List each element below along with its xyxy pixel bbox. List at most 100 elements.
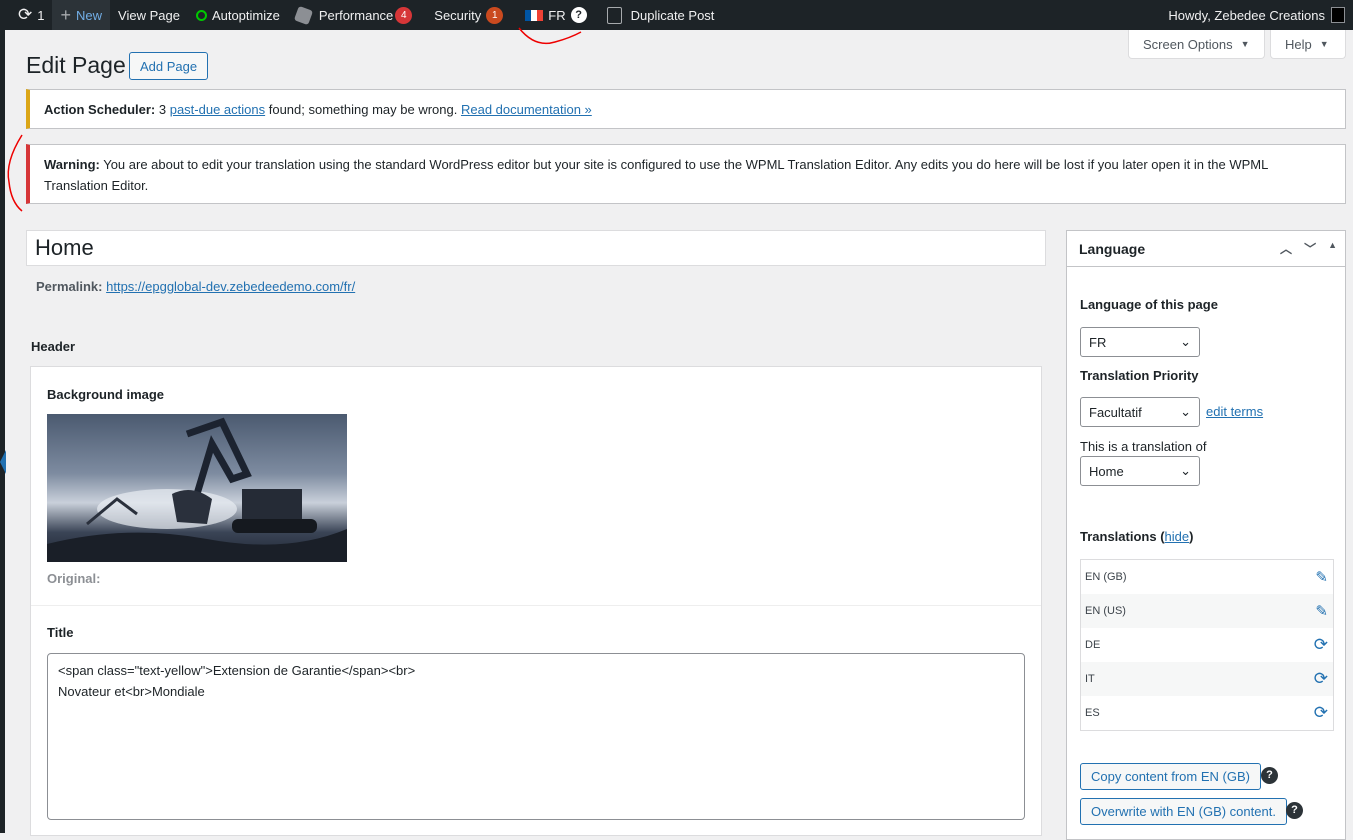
red-annotation-mark: [518, 27, 582, 45]
current-menu-arrow-icon: [0, 450, 6, 474]
translation-of-label: This is a translation of: [1080, 439, 1207, 454]
translations-table: EN (GB) ✎ EN (US) ✎ DE ⟳ IT ⟳ ES ⟳: [1080, 559, 1334, 731]
france-flag-icon: [525, 9, 544, 21]
updates-count: 1: [37, 7, 45, 23]
help-label: Help: [1285, 36, 1312, 52]
collapse-toggle-icon[interactable]: ▲: [1328, 240, 1337, 257]
translation-of-select[interactable]: Home ⌄: [1080, 456, 1200, 486]
original-label: Original:: [47, 571, 101, 586]
language-of-page-label: Language of this page: [1080, 297, 1218, 312]
avatar: [1331, 7, 1345, 23]
updates-menu[interactable]: ⟳ 1: [0, 0, 52, 30]
background-image-preview[interactable]: [47, 414, 347, 562]
plus-icon: +: [60, 4, 71, 25]
refresh-icon[interactable]: ⟳: [1314, 703, 1328, 723]
page-title: Edit Page: [26, 52, 126, 78]
pencil-icon[interactable]: ✎: [1315, 568, 1328, 586]
notice-prefix: Action Scheduler:: [44, 102, 156, 117]
translation-lang: IT: [1085, 673, 1095, 685]
security-menu[interactable]: Security 1: [420, 0, 511, 30]
pencil-icon[interactable]: ✎: [1315, 602, 1328, 620]
background-image-label: Background image: [47, 387, 165, 402]
translation-row: EN (GB) ✎: [1081, 560, 1333, 594]
duplicate-icon: [606, 6, 622, 24]
hide-translations-link[interactable]: hide: [1165, 529, 1190, 544]
title-textarea[interactable]: <span class="text-yellow">Extension de G…: [47, 653, 1025, 820]
help-icon: ?: [570, 7, 587, 23]
performance-badge: 4: [395, 6, 413, 24]
duplicate-post-link[interactable]: Duplicate Post: [595, 0, 723, 30]
select-value: Home: [1089, 463, 1124, 479]
caret-down-icon: ▼: [1319, 39, 1329, 49]
paren: ): [1189, 529, 1194, 544]
translation-lang: ES: [1085, 707, 1100, 719]
metabox-title: Language: [1079, 240, 1146, 257]
warning-prefix: Warning:: [44, 157, 100, 172]
overwrite-content-button[interactable]: Overwrite with EN (GB) content.: [1080, 798, 1287, 825]
performance-menu[interactable]: Performance 4: [288, 0, 420, 30]
move-down-icon[interactable]: ﹀: [1304, 240, 1316, 257]
translation-lang: DE: [1085, 639, 1101, 651]
help-icon[interactable]: ?: [1261, 767, 1278, 784]
header-fields: Background image Original: Title <span c…: [30, 366, 1042, 836]
translation-lang: EN (US): [1085, 605, 1126, 617]
translation-priority-label: Translation Priority: [1080, 368, 1199, 383]
notice-text: found; something may be wrong.: [265, 102, 461, 117]
language-metabox-header: Language ︿ ﹀ ▲: [1067, 231, 1345, 267]
translation-row: IT ⟳: [1081, 662, 1333, 696]
permalink-link[interactable]: https://epgglobal-dev.zebedeedemo.com/fr…: [106, 279, 355, 294]
new-menu[interactable]: + New: [52, 0, 111, 30]
red-annotation-bracket: [7, 134, 23, 212]
past-due-actions-link[interactable]: past-due actions: [170, 102, 265, 117]
chevron-down-icon: ⌄: [1180, 334, 1191, 349]
excavator-image: [47, 417, 347, 562]
language-select[interactable]: FR ⌄: [1080, 327, 1200, 357]
notice-text: 3: [155, 102, 170, 117]
title-field-label: Title: [47, 625, 74, 640]
duplicate-post-label: Duplicate Post: [630, 7, 715, 23]
screen-options-label: Screen Options: [1143, 36, 1233, 52]
field-group-title: Header: [31, 339, 76, 354]
copy-content-button[interactable]: Copy content from EN (GB): [1080, 763, 1261, 790]
admin-menu-edge: [0, 30, 5, 833]
translations-heading: Translations (hide): [1080, 529, 1193, 544]
translation-row: EN (US) ✎: [1081, 594, 1333, 628]
warning-text: You are about to edit your translation u…: [44, 157, 1268, 193]
wpml-warning-notice: Warning: You are about to edit your tran…: [26, 144, 1346, 204]
security-label: Security: [434, 7, 482, 23]
language-metabox: Language ︿ ﹀ ▲ Language of this page FR ⌄ T…: [1066, 230, 1346, 840]
security-badge: 1: [486, 6, 504, 24]
translations-label: Translations (: [1080, 529, 1165, 544]
account-menu[interactable]: Howdy, Zebedee Creations: [1168, 0, 1345, 30]
translation-priority-select[interactable]: Facultatif ⌄: [1080, 397, 1200, 427]
permalink-label: Permalink:: [36, 279, 103, 294]
field-divider: [31, 605, 1041, 606]
refresh-icon[interactable]: ⟳: [1314, 669, 1328, 689]
autoptimize-menu[interactable]: Autoptimize: [188, 0, 288, 30]
autoptimize-label: Autoptimize: [211, 7, 280, 23]
translation-row: DE ⟳: [1081, 628, 1333, 662]
screen-options-button[interactable]: Screen Options ▼: [1128, 30, 1265, 59]
action-scheduler-notice: Action Scheduler: 3 past-due actions fou…: [26, 89, 1346, 129]
performance-icon: [293, 5, 313, 25]
refresh-icon: ⟳: [18, 5, 33, 24]
chevron-down-icon: ⌄: [1180, 463, 1191, 478]
view-page-link[interactable]: View Page: [110, 0, 188, 30]
help-icon[interactable]: ?: [1286, 802, 1303, 819]
howdy-label: Howdy, Zebedee Creations: [1168, 7, 1325, 23]
chevron-down-icon: ⌄: [1180, 404, 1191, 419]
refresh-icon[interactable]: ⟳: [1314, 635, 1328, 655]
post-title-input[interactable]: Home: [26, 230, 1046, 266]
select-value: Facultatif: [1089, 404, 1142, 420]
translation-row: ES ⟳: [1081, 696, 1333, 730]
status-circle-icon: [195, 9, 207, 21]
move-up-icon[interactable]: ︿: [1280, 240, 1292, 257]
permalink: Permalink: https://epgglobal-dev.zebedee…: [36, 279, 355, 294]
read-documentation-link[interactable]: Read documentation »: [461, 102, 592, 117]
add-page-button[interactable]: Add Page: [129, 52, 209, 80]
edit-terms-link[interactable]: edit terms: [1206, 404, 1263, 419]
translation-lang: EN (GB): [1085, 571, 1127, 583]
help-button[interactable]: Help ▼: [1270, 30, 1346, 59]
view-page-label: View Page: [118, 7, 180, 23]
admin-bar: ⟳ 1 + New View Page Autoptimize Performanc…: [0, 0, 1353, 30]
